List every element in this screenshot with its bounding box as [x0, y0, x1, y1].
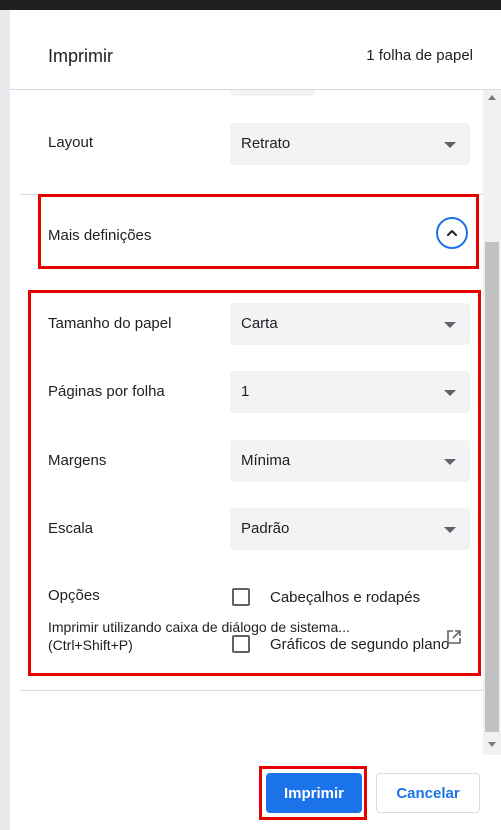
section-divider	[20, 690, 483, 691]
layout-select[interactable]: Retrato	[230, 123, 470, 165]
paper-size-label: Tamanho do papel	[48, 315, 172, 332]
scale-label: Escala	[48, 520, 94, 537]
margins-label: Margens	[48, 452, 107, 469]
paper-size-select[interactable]: Carta	[230, 303, 470, 345]
more-settings-label: Mais definições	[48, 227, 152, 244]
settings-panel: Layout Retrato Mais definições Tamanho d…	[10, 90, 483, 755]
scale-value: Padrão	[241, 520, 290, 537]
pages-per-sheet-label: Páginas por folha	[48, 383, 165, 400]
headers-footers-label[interactable]: Cabeçalhos e rodapés	[270, 589, 420, 606]
scrollbar-thumb[interactable]	[485, 242, 499, 732]
pages-per-sheet-select[interactable]: 1	[230, 371, 470, 413]
more-settings-toggle[interactable]	[436, 217, 468, 249]
cancel-button[interactable]: Cancelar	[376, 773, 480, 813]
previous-setting-control[interactable]	[230, 90, 315, 96]
dropdown-arrow-icon	[444, 459, 456, 465]
margins-select[interactable]: Mínima	[230, 440, 470, 482]
layout-label: Layout	[48, 134, 94, 151]
scroll-down-arrow-icon[interactable]	[488, 742, 496, 747]
system-dialog-link[interactable]: Imprimir utilizando caixa de diálogo de …	[48, 618, 408, 654]
layout-value: Retrato	[241, 135, 291, 152]
system-dialog-text: Imprimir utilizando caixa de diálogo de …	[48, 619, 350, 635]
scroll-up-arrow-icon[interactable]	[488, 95, 496, 100]
open-external-icon[interactable]	[447, 630, 461, 644]
dropdown-arrow-icon	[444, 390, 456, 396]
dialog-header: Imprimir 1 folha de papel	[10, 10, 501, 90]
dialog-title: Imprimir	[48, 46, 113, 66]
margins-value: Mínima	[241, 452, 291, 469]
left-edge	[0, 10, 10, 830]
options-label: Opções	[48, 587, 100, 604]
dropdown-arrow-icon	[444, 322, 456, 328]
section-divider	[20, 194, 483, 195]
dropdown-arrow-icon	[444, 142, 456, 148]
sheet-count: 1 folha de papel	[366, 47, 473, 64]
footer-divider	[10, 755, 483, 756]
pages-per-sheet-value: 1	[241, 383, 250, 400]
chevron-up-icon	[447, 230, 457, 236]
headers-footers-checkbox[interactable]	[232, 588, 250, 606]
scrollbar[interactable]	[483, 90, 501, 755]
paper-size-value: Carta	[241, 315, 278, 332]
window-top-bar	[0, 0, 501, 10]
dropdown-arrow-icon	[444, 527, 456, 533]
scale-select[interactable]: Padrão	[230, 508, 470, 550]
print-button[interactable]: Imprimir	[266, 773, 362, 813]
system-dialog-shortcut: (Ctrl+Shift+P)	[48, 637, 133, 653]
